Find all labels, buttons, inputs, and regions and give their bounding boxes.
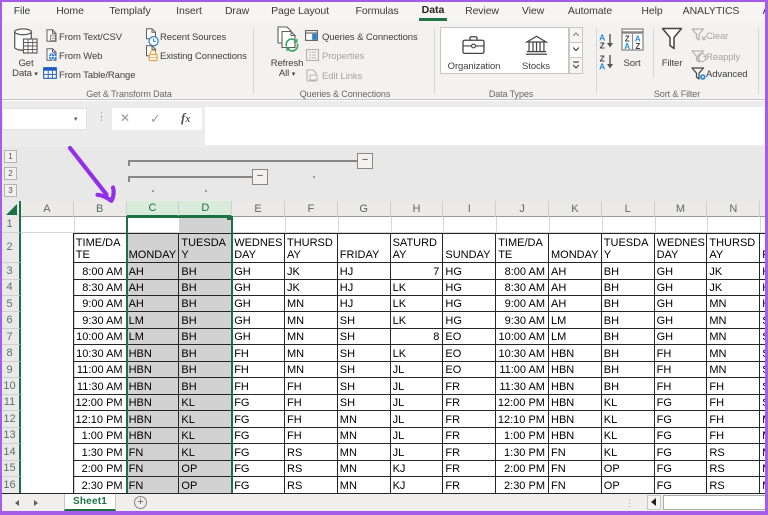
svg-text:Z: Z [635, 42, 640, 51]
svg-text:A: A [599, 62, 605, 71]
svg-text:Z: Z [600, 41, 605, 50]
svg-text:A: A [624, 42, 630, 51]
